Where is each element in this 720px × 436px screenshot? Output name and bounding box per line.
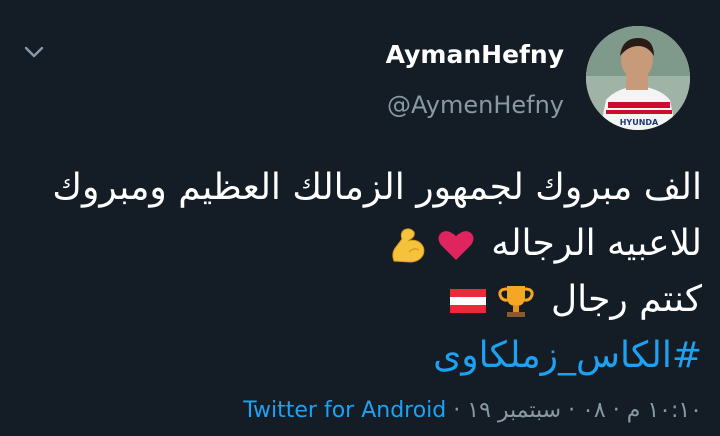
tweet-text-segment: للاعبيه الرجاله	[491, 223, 702, 264]
avatar[interactable]: HYUNDA	[586, 26, 690, 130]
trophy-icon	[497, 286, 534, 317]
red-heart-icon	[438, 231, 474, 260]
austria-flag-icon	[449, 289, 486, 313]
source-link[interactable]: Twitter for Android	[243, 398, 446, 423]
chevron-down-icon[interactable]	[22, 40, 46, 64]
user-handle[interactable]: @AymenHefny	[387, 91, 564, 119]
tweet-text: الف مبروك لجمهور الزمالك العظيم ومبروك ل…	[22, 160, 702, 384]
display-name[interactable]: AymanHefny	[386, 40, 564, 69]
tweet-card: HYUNDA AymanHefny @AymenHefny الف مبروك …	[0, 0, 720, 436]
tweet-text-line: الف مبروك لجمهور الزمالك العظيم ومبروك	[52, 167, 702, 208]
tweet-text-segment: كنتم رجال	[550, 279, 702, 320]
tweet-text-line-with-emoji: كنتم رجال	[22, 272, 702, 328]
hashtag-link[interactable]: #الكاس_زملكاوى	[22, 328, 702, 384]
avatar-jersey-text: HYUNDA	[620, 118, 659, 127]
flexed-biceps-icon	[392, 228, 425, 263]
tweet-meta: ١٠:١٠ م · ٠٨ · سبتمبر ١٩ · Twitter for A…	[243, 398, 702, 423]
tweet-text-line-with-emoji: للاعبيه الرجاله	[22, 216, 702, 272]
timestamp[interactable]: ١٠:١٠ م · ٠٨ · سبتمبر ١٩	[467, 398, 702, 423]
meta-separator: ·	[446, 398, 468, 423]
